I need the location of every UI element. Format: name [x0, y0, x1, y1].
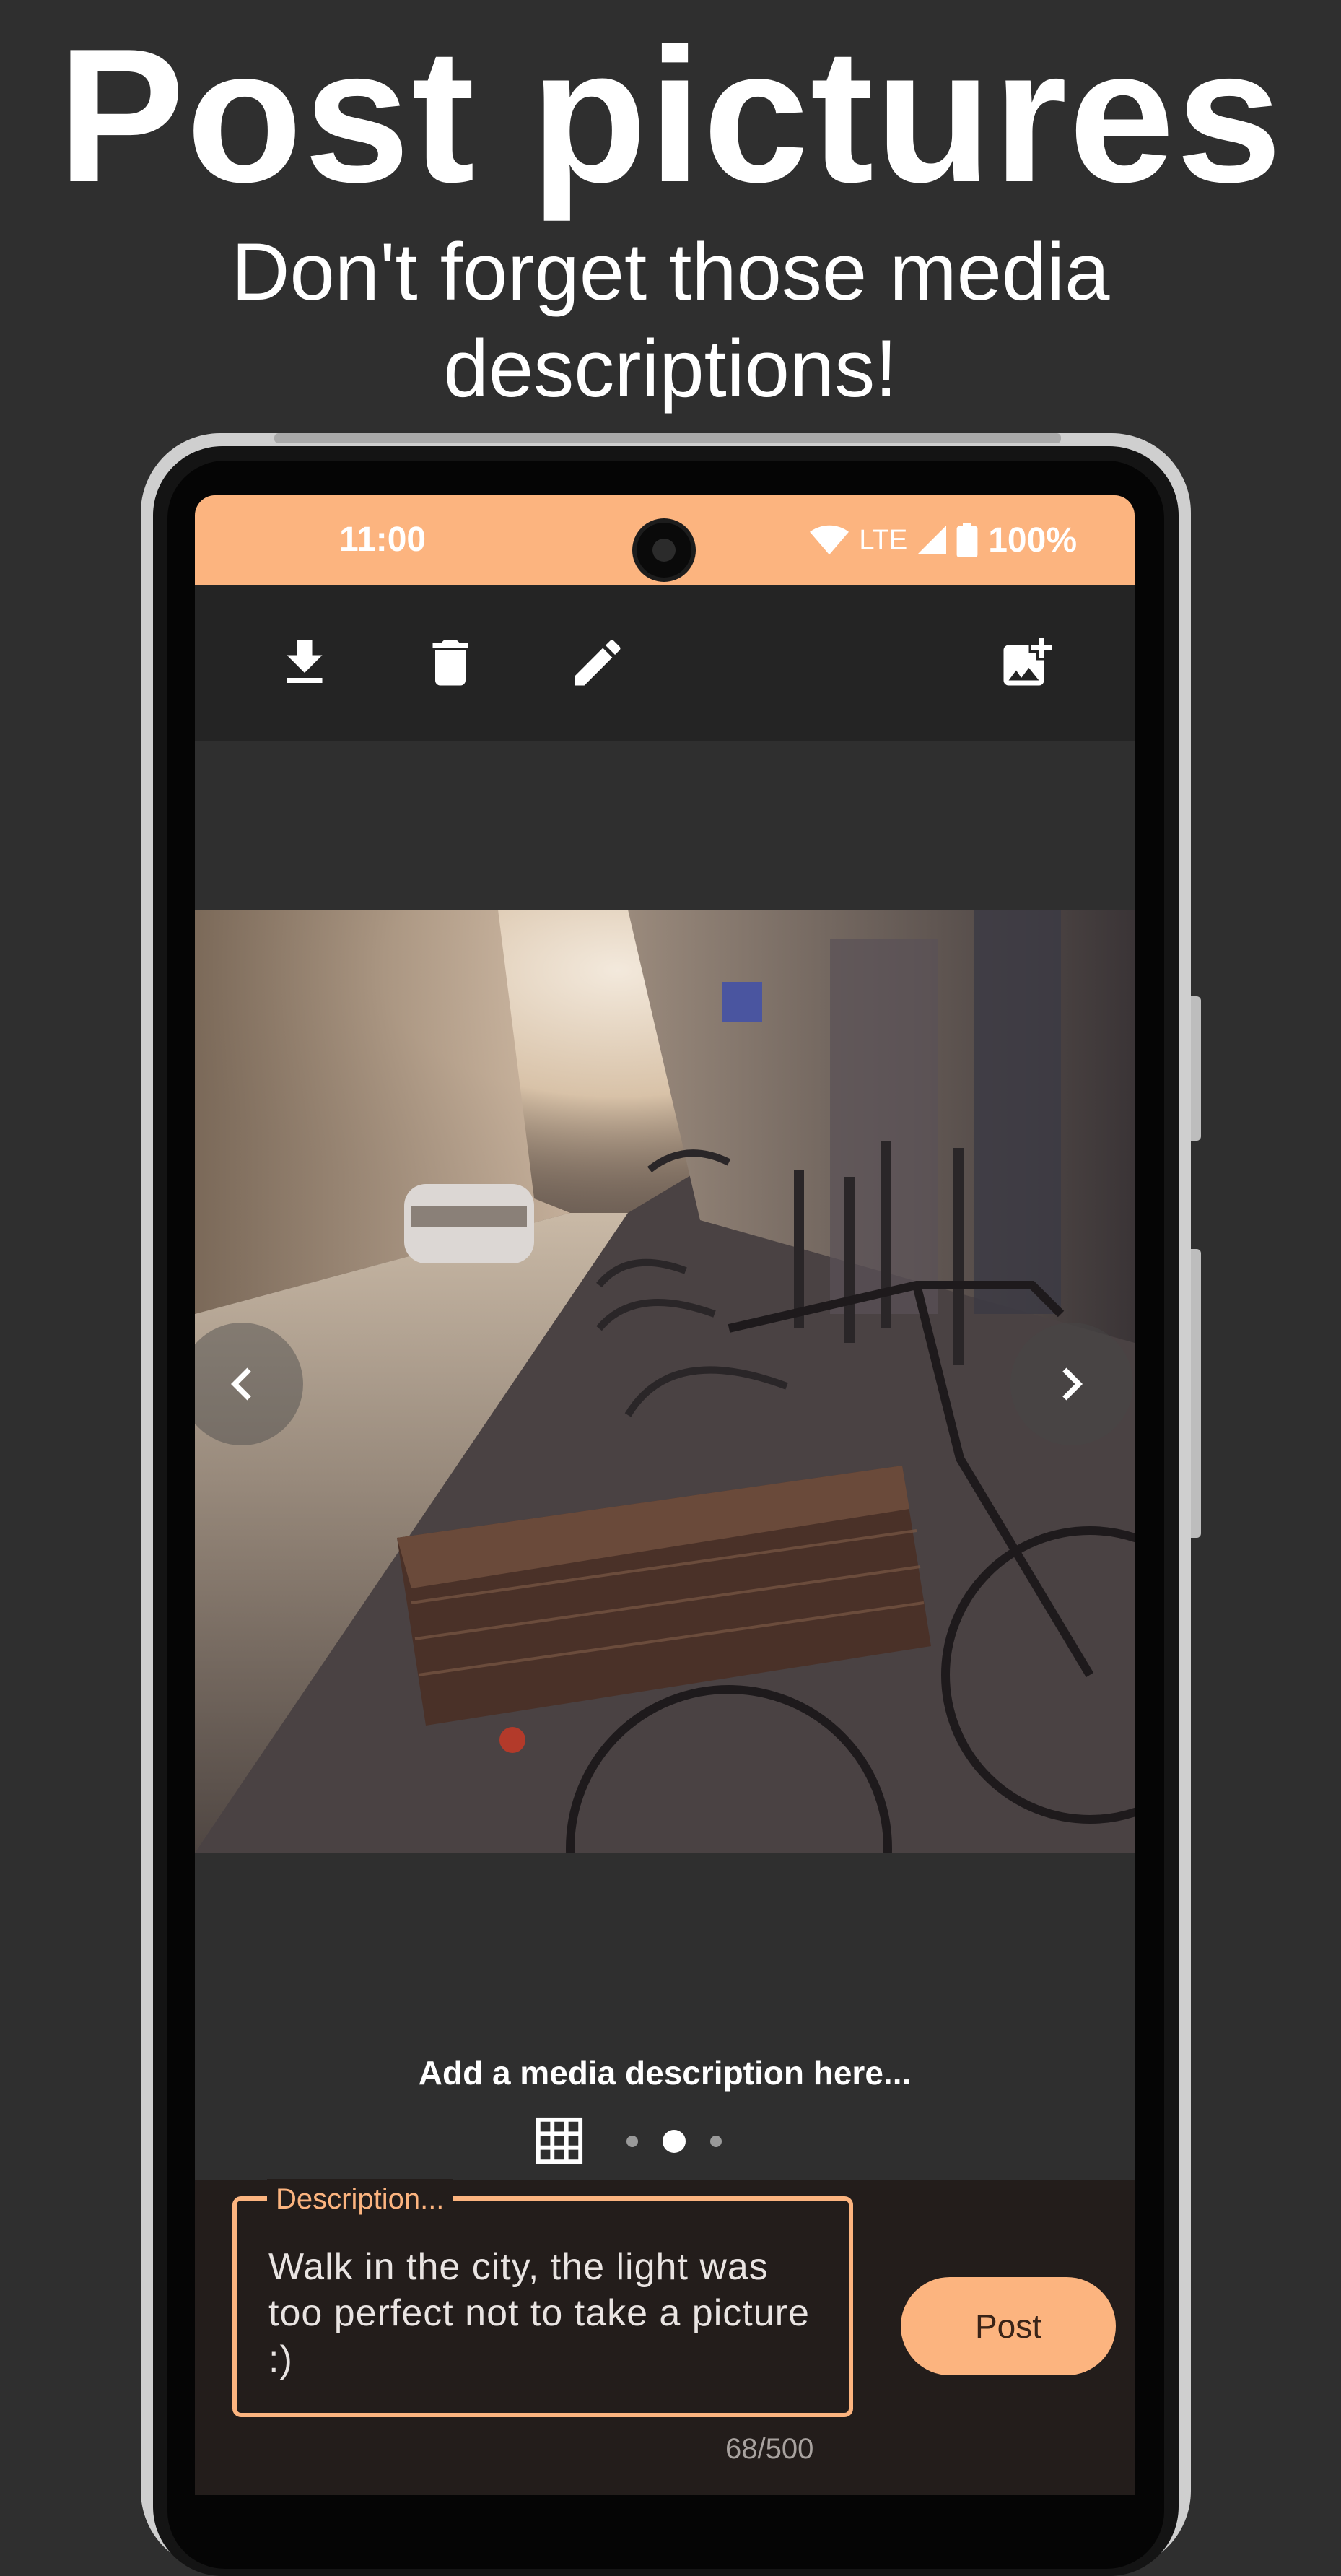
wifi-icon — [810, 525, 849, 555]
signal-icon — [917, 526, 947, 554]
media-toolbar — [195, 585, 1135, 741]
post-button[interactable]: Post — [901, 2277, 1116, 2375]
chevron-right-icon — [1062, 1367, 1083, 1401]
grid-icon[interactable] — [534, 2115, 585, 2166]
pager-dot-active[interactable] — [663, 2130, 686, 2153]
phone-screen: 11:00 LTE 100% Add a media description h… — [195, 495, 1135, 2495]
delete-icon — [432, 640, 468, 686]
promo-headline: Post pictures — [57, 9, 1284, 222]
character-counter: 68/500 — [725, 2433, 814, 2465]
chevron-left-icon — [231, 1367, 251, 1401]
battery-level: 100% — [988, 521, 1077, 560]
street-bicycle-photo — [195, 910, 1135, 1853]
phone-power-button — [1191, 996, 1201, 1141]
edit-icon — [575, 640, 621, 686]
next-media-button[interactable] — [1010, 1323, 1133, 1445]
add-image-button[interactable] — [990, 627, 1062, 699]
network-type: LTE — [859, 524, 908, 555]
status-icons: LTE 100% — [810, 495, 1077, 585]
promo-subline: Don't forget those media descriptions! — [231, 227, 1110, 414]
front-camera — [637, 523, 691, 578]
delete-button[interactable] — [414, 627, 486, 699]
description-field[interactable]: Description... Walk in the city, the lig… — [232, 2179, 853, 2417]
phone-top-edge — [274, 433, 1061, 443]
pager-dot[interactable] — [710, 2136, 722, 2147]
compose-panel: Description... Walk in the city, the lig… — [195, 2179, 1135, 2495]
media-image[interactable] — [195, 910, 1135, 1853]
pager-dot[interactable] — [626, 2136, 638, 2147]
description-text[interactable]: Walk in the city, the light was too perf… — [268, 2244, 831, 2383]
phone-volume-button — [1191, 1249, 1201, 1538]
add-image-icon — [1003, 638, 1052, 686]
download-icon — [287, 640, 323, 683]
edit-button[interactable] — [562, 627, 634, 699]
description-label: Description... — [267, 2179, 453, 2219]
status-bar: 11:00 LTE 100% — [195, 495, 1135, 585]
battery-icon — [956, 523, 978, 557]
status-time: 11:00 — [339, 521, 427, 559]
media-pager — [534, 2111, 794, 2169]
media-caption-hint: Add a media description here... — [418, 2054, 912, 2092]
download-button[interactable] — [268, 627, 341, 699]
